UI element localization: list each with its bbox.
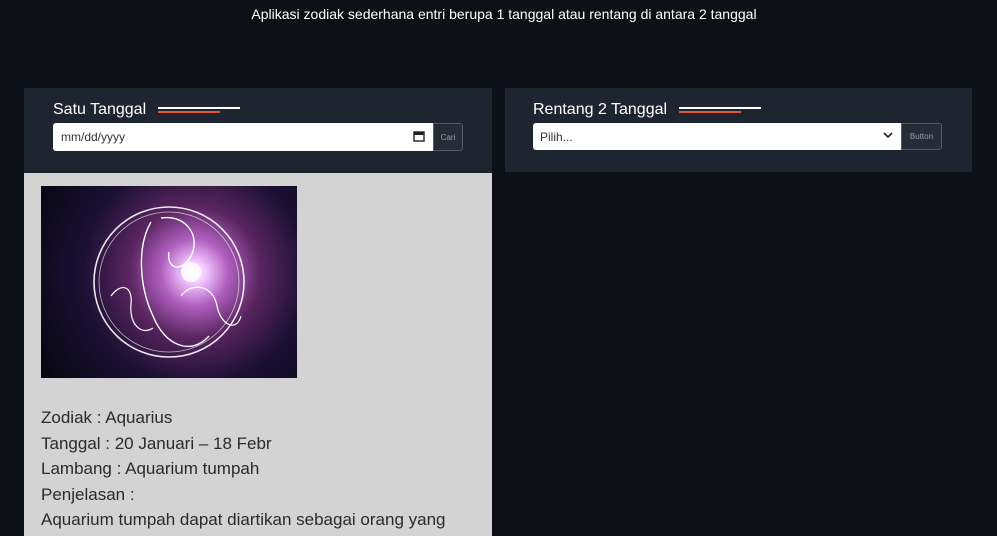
date-placeholder: mm/dd/yyyy	[61, 130, 126, 144]
search-button[interactable]: Cari	[433, 123, 463, 151]
range-select[interactable]: Pilih...	[533, 123, 901, 150]
explanation-text: Aquarium tumpah dapat diartikan sebagai …	[41, 510, 446, 530]
title-underline-decoration	[158, 105, 241, 115]
zodiac-line: Zodiak : Aquarius	[41, 408, 173, 427]
explanation-label: Penjelasan :	[41, 484, 135, 504]
aquarius-image	[41, 186, 297, 378]
single-date-panel: Satu Tanggal mm/dd/yyyy Cari	[24, 88, 492, 173]
range-title-wrap: Rentang 2 Tanggal	[533, 101, 762, 119]
page-subtitle: Aplikasi zodiak sederhana entri berupa 1…	[251, 6, 757, 22]
date-input[interactable]: mm/dd/yyyy	[53, 123, 433, 151]
symbol-line: Lambang : Aquarium tumpah	[41, 459, 260, 479]
range-input-group: Pilih... Button	[533, 123, 942, 150]
single-date-input-group: mm/dd/yyyy Cari	[53, 123, 463, 151]
range-button[interactable]: Button	[901, 123, 942, 150]
date-line: Tanggal : 20 Januari – 18 Febr	[41, 433, 272, 453]
single-date-title-wrap: Satu Tanggal	[53, 101, 241, 119]
zodiac-info: Zodiak : Aquarius Tanggal : 20 Januari –…	[41, 405, 446, 533]
chevron-down-icon	[882, 129, 894, 144]
result-panel: Zodiak : Aquarius Tanggal : 20 Januari –…	[24, 173, 492, 536]
title-underline-decoration	[679, 105, 762, 115]
single-date-title: Satu Tanggal	[53, 101, 147, 118]
range-title: Rentang 2 Tanggal	[533, 101, 668, 118]
range-panel: Rentang 2 Tanggal Pilih... Button	[505, 88, 972, 172]
calendar-icon[interactable]	[413, 130, 425, 145]
select-value: Pilih...	[540, 129, 573, 144]
